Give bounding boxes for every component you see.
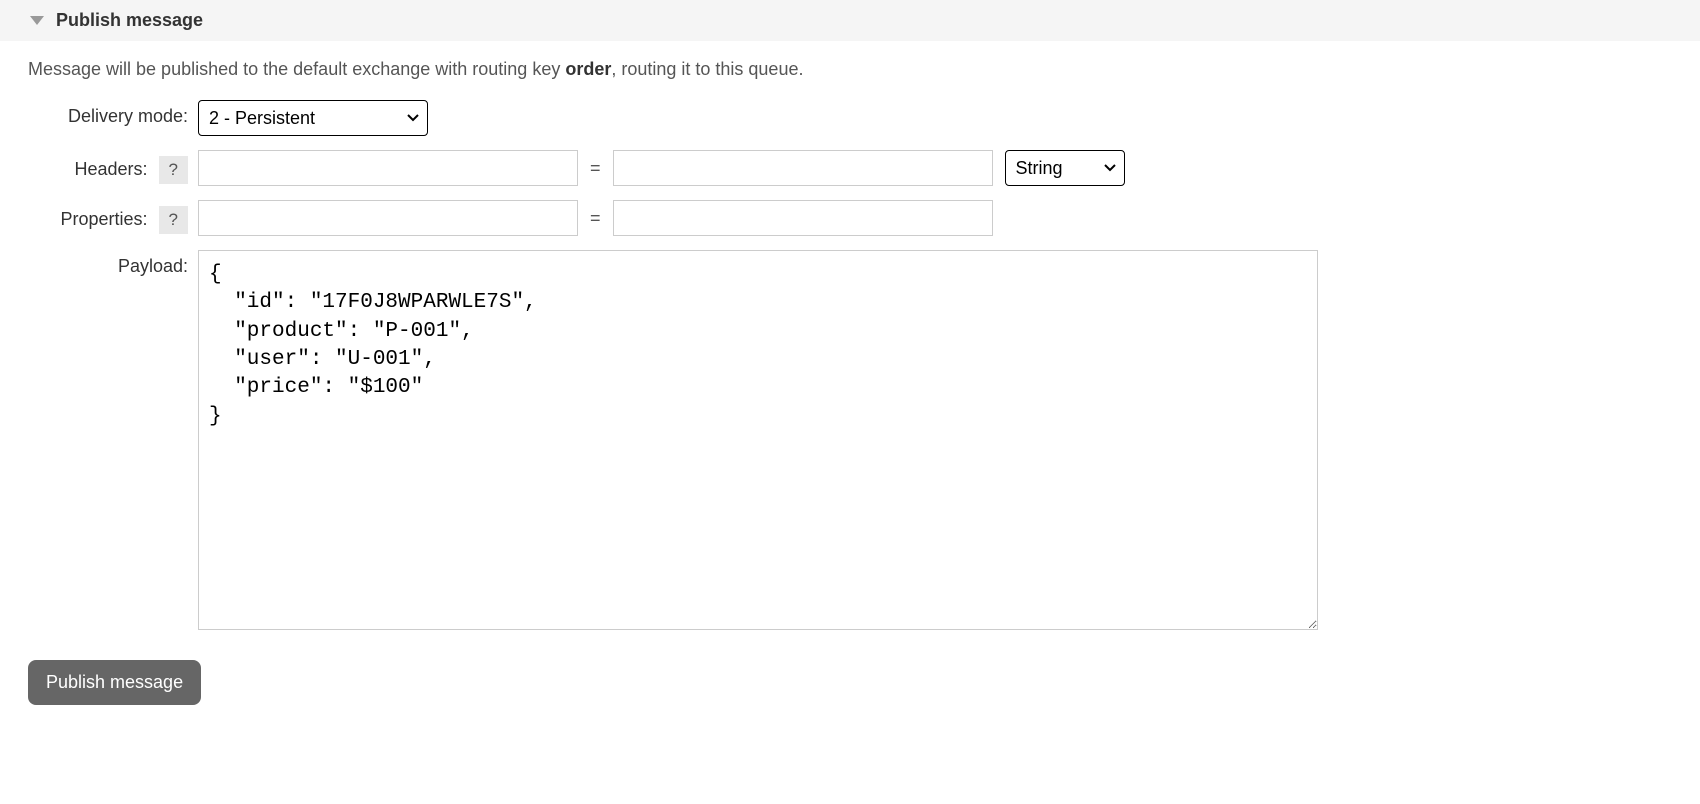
headers-help-button[interactable]: ? — [159, 156, 188, 184]
publish-form: Message will be published to the default… — [0, 41, 1700, 723]
delivery-mode-label: Delivery mode: — [28, 100, 198, 127]
properties-label-text: Properties: — [60, 209, 147, 229]
collapse-triangle-icon — [30, 16, 44, 25]
section-header[interactable]: Publish message — [0, 0, 1700, 41]
equals-sign: = — [590, 208, 601, 229]
headers-value-input[interactable] — [613, 150, 993, 186]
payload-textarea[interactable] — [198, 250, 1318, 630]
routing-key: order — [565, 59, 611, 79]
info-prefix: Message will be published to the default… — [28, 59, 565, 79]
properties-key-input[interactable] — [198, 200, 578, 236]
properties-help-button[interactable]: ? — [159, 206, 188, 234]
headers-type-select[interactable]: String — [1005, 150, 1125, 186]
properties-label: Properties: ? — [28, 200, 198, 234]
publish-message-button[interactable]: Publish message — [28, 660, 201, 705]
equals-sign: = — [590, 158, 601, 179]
properties-value-input[interactable] — [613, 200, 993, 236]
headers-label: Headers: ? — [28, 150, 198, 184]
delivery-mode-select[interactable]: 2 - Persistent — [198, 100, 428, 136]
headers-label-text: Headers: — [74, 159, 147, 179]
info-text: Message will be published to the default… — [28, 59, 1672, 80]
payload-label: Payload: — [28, 250, 198, 277]
section-title: Publish message — [56, 10, 203, 31]
headers-key-input[interactable] — [198, 150, 578, 186]
info-suffix: , routing it to this queue. — [611, 59, 803, 79]
